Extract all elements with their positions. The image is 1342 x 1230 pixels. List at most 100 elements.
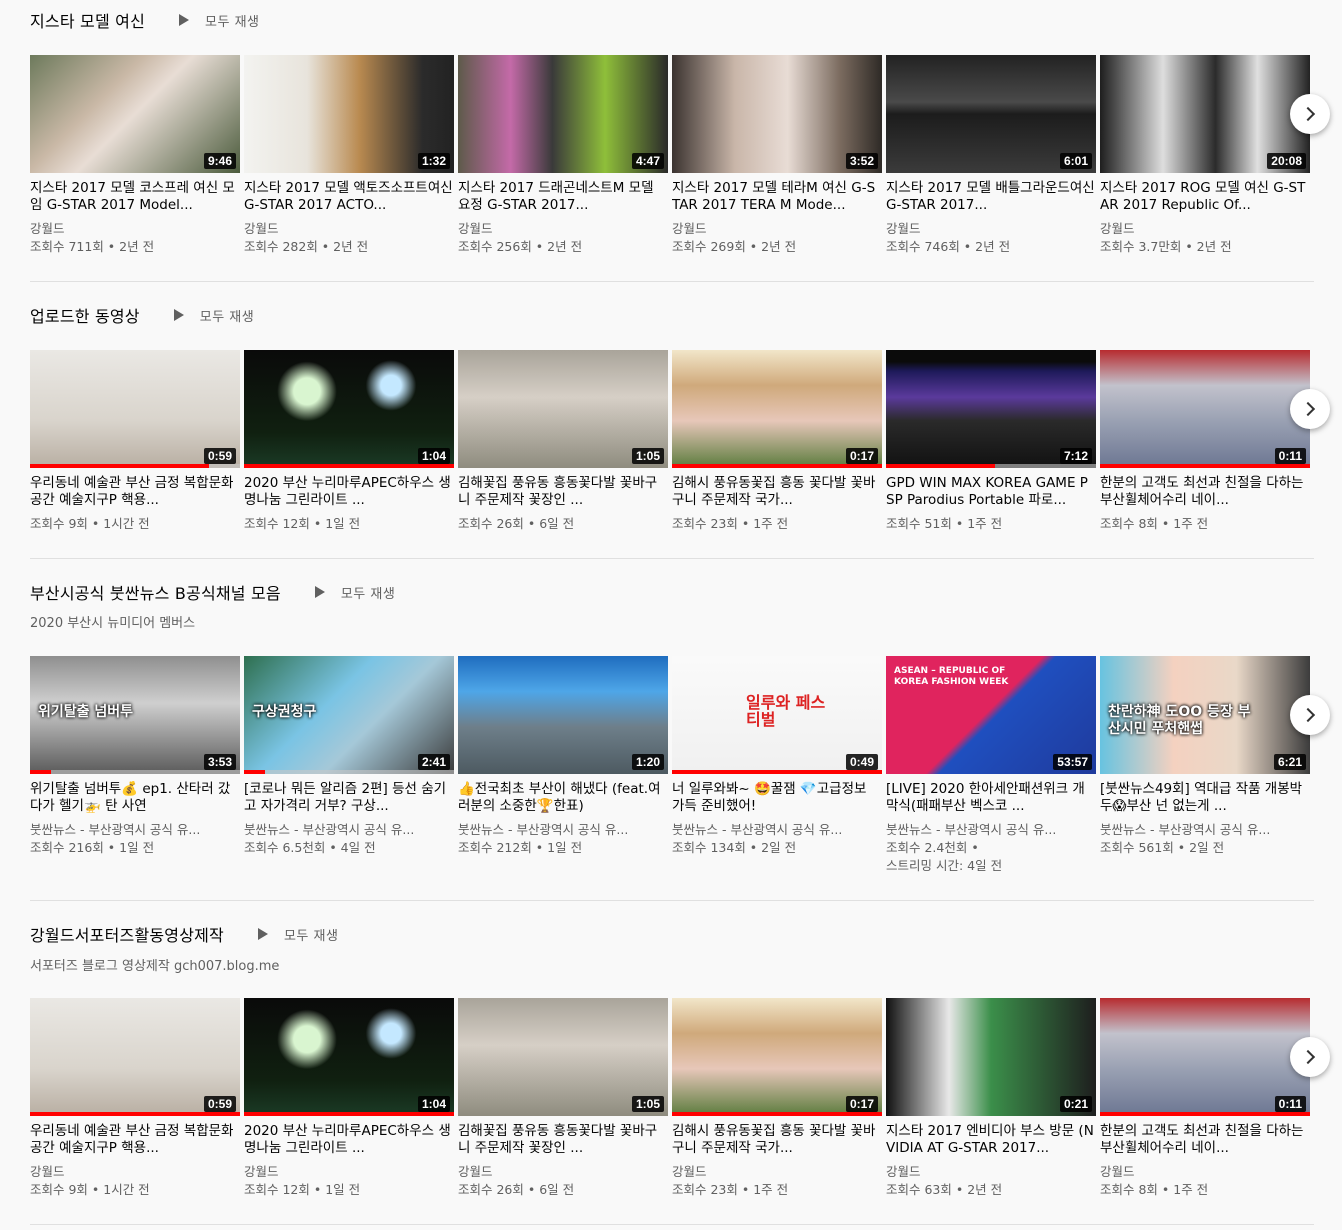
channel-name[interactable]: 붓싼뉴스 - 부산광역시 공식 유...: [1100, 821, 1310, 839]
play-all-button[interactable]: 모두 재생: [179, 11, 259, 30]
play-all-button[interactable]: 모두 재생: [314, 583, 395, 602]
video-thumbnail[interactable]: 1:32: [244, 55, 454, 173]
next-button[interactable]: [1290, 695, 1330, 735]
video-card[interactable]: 20:08 지스타 2017 ROG 모델 여신 G-STAR 2017 Repu…: [1100, 55, 1310, 256]
video-card[interactable]: 6:01 지스타 2017 모델 배틀그라운드여신 G-STAR 2017... 강…: [886, 55, 1096, 256]
shelf-title[interactable]: 지스타 모델 여신: [30, 8, 145, 32]
video-thumbnail[interactable]: 1:20: [458, 656, 668, 774]
video-title[interactable]: GPD WIN MAX KOREA GAME PSP Parodius Port…: [886, 475, 1096, 509]
next-button[interactable]: [1290, 94, 1330, 134]
video-title[interactable]: [붓싼뉴스49회] 역대급 작품 개봉박두😱부산 넌 없는게 ...: [1100, 781, 1310, 815]
video-card[interactable]: 일루와 페스티벌 0:49 너 일루와봐~ 🤩꿀잼 💎고급정보 가득 준비했어! 붓싼…: [672, 656, 882, 875]
video-title[interactable]: 지스타 2017 모델 배틀그라운드여신 G-STAR 2017...: [886, 180, 1096, 214]
video-card[interactable]: 0:17 김해시 풍유동꽃집 흥동 꽃다발 꽃바구니 주문제작 국가... 강월드 조…: [672, 998, 882, 1199]
video-title[interactable]: 지스타 2017 모델 코스프레 여신 모임 G-STAR 2017 Model…: [30, 180, 240, 214]
next-button[interactable]: [1290, 1037, 1330, 1077]
video-title[interactable]: 지스타 2017 모델 액토즈소프트여신 G-STAR 2017 ACTO...: [244, 180, 454, 214]
video-card[interactable]: 찬란하神 도OO 등장 부산시민 푸처핸썹 6:21 [붓싼뉴스49회] 역대급 작…: [1100, 656, 1310, 875]
video-title[interactable]: [LIVE] 2020 한아세안패션위크 개막식(패패부산 벡스코 ...: [886, 781, 1096, 815]
video-title[interactable]: 위기탈출 넘버투💰 ep1. 산타러 갔다가 헬기🚁 탄 사연: [30, 781, 240, 815]
video-card[interactable]: 1:04 2020 부산 누리마루APEC하우스 생명나눔 그린라이트 ... 강월…: [244, 998, 454, 1199]
video-thumbnail[interactable]: 1:05: [458, 998, 668, 1116]
video-thumbnail[interactable]: 1:05: [458, 350, 668, 468]
video-thumbnail[interactable]: 9:46: [30, 55, 240, 173]
video-card[interactable]: 7:12 GPD WIN MAX KOREA GAME PSP Parodius …: [886, 350, 1096, 533]
video-title[interactable]: 김해꽃집 풍유동 흥동꽃다발 꽃바구니 주문제작 꽃장인 ...: [458, 1123, 668, 1157]
channel-name[interactable]: 강월드: [244, 220, 454, 238]
video-thumbnail[interactable]: 1:04: [244, 998, 454, 1116]
video-card[interactable]: 9:46 지스타 2017 모델 코스프레 여신 모임 G-STAR 2017 M…: [30, 55, 240, 256]
channel-name[interactable]: 붓싼뉴스 - 부산광역시 공식 유...: [458, 821, 668, 839]
video-title[interactable]: 한분의 고객도 최선과 친절을 다하는 부산휠체어수리 네이...: [1100, 1123, 1310, 1157]
channel-name[interactable]: 붓싼뉴스 - 부산광역시 공식 유...: [886, 821, 1096, 839]
channel-name[interactable]: 붓싼뉴스 - 부산광역시 공식 유...: [672, 821, 882, 839]
channel-name[interactable]: 붓싼뉴스 - 부산광역시 공식 유...: [244, 821, 454, 839]
video-card[interactable]: 1:05 김해꽃집 풍유동 흥동꽃다발 꽃바구니 주문제작 꽃장인 ... 조회수 …: [458, 350, 668, 533]
video-title[interactable]: 김해시 풍유동꽃집 흥동 꽃다발 꽃바구니 주문제작 국가...: [672, 475, 882, 509]
video-thumbnail[interactable]: 0:17: [672, 350, 882, 468]
video-thumbnail[interactable]: 찬란하神 도OO 등장 부산시민 푸처핸썹 6:21: [1100, 656, 1310, 774]
video-card[interactable]: 1:05 김해꽃집 풍유동 흥동꽃다발 꽃바구니 주문제작 꽃장인 ... 강월드 조…: [458, 998, 668, 1199]
video-title[interactable]: 김해꽃집 풍유동 흥동꽃다발 꽃바구니 주문제작 꽃장인 ...: [458, 475, 668, 509]
video-card[interactable]: 4:47 지스타 2017 드래곤네스트M 모델 요정 G-STAR 2017..…: [458, 55, 668, 256]
video-title[interactable]: 너 일루와봐~ 🤩꿀잼 💎고급정보 가득 준비했어!: [672, 781, 882, 815]
channel-name[interactable]: 강월드: [244, 1163, 454, 1181]
channel-name[interactable]: 강월드: [672, 1163, 882, 1181]
channel-name[interactable]: 강월드: [30, 220, 240, 238]
video-thumbnail[interactable]: 0:17: [672, 998, 882, 1116]
channel-name[interactable]: 강월드: [30, 1163, 240, 1181]
channel-name[interactable]: 강월드: [672, 220, 882, 238]
video-title[interactable]: 김해시 풍유동꽃집 흥동 꽃다발 꽃바구니 주문제작 국가...: [672, 1123, 882, 1157]
channel-name[interactable]: 강월드: [458, 220, 668, 238]
play-all-button[interactable]: 모두 재생: [257, 925, 338, 944]
play-all-button[interactable]: 모두 재생: [173, 306, 254, 325]
video-title[interactable]: 2020 부산 누리마루APEC하우스 생명나눔 그린라이트 ...: [244, 475, 454, 509]
video-card[interactable]: 0:21 지스타 2017 엔비디아 부스 방문 (NVIDIA AT G-STA…: [886, 998, 1096, 1199]
video-thumbnail[interactable]: 0:11: [1100, 998, 1310, 1116]
channel-name[interactable]: 강월드: [1100, 220, 1310, 238]
video-card[interactable]: 1:20 👍전국최초 부산이 해냈다 (feat.여러분의 소중한🏆한표) 붓싼뉴스…: [458, 656, 668, 875]
video-title[interactable]: [코로나 뭐든 알리즘 2편] 등선 숨기고 자가격리 거부? 구상...: [244, 781, 454, 815]
video-thumbnail[interactable]: 6:01: [886, 55, 1096, 173]
video-title[interactable]: 👍전국최초 부산이 해냈다 (feat.여러분의 소중한🏆한표): [458, 781, 668, 815]
video-title[interactable]: 2020 부산 누리마루APEC하우스 생명나눔 그린라이트 ...: [244, 1123, 454, 1157]
video-card[interactable]: 0:11 한분의 고객도 최선과 친절을 다하는 부산휠체어수리 네이... 조회수…: [1100, 350, 1310, 533]
video-thumbnail[interactable]: 4:47: [458, 55, 668, 173]
video-thumbnail[interactable]: 0:21: [886, 998, 1096, 1116]
video-card[interactable]: 3:52 지스타 2017 모델 테라M 여신 G-STAR 2017 TERA …: [672, 55, 882, 256]
video-title[interactable]: 지스타 2017 모델 테라M 여신 G-STAR 2017 TERA M Mo…: [672, 180, 882, 214]
video-card[interactable]: 0:59 우리동네 예술관 부산 금정 복합문화공간 예술지구P 핵용... 조회수…: [30, 350, 240, 533]
video-thumbnail[interactable]: 20:08: [1100, 55, 1310, 173]
channel-name[interactable]: 강월드: [886, 1163, 1096, 1181]
video-title[interactable]: 한분의 고객도 최선과 친절을 다하는 부산휠체어수리 네이...: [1100, 475, 1310, 509]
video-thumbnail[interactable]: 3:52: [672, 55, 882, 173]
video-card[interactable]: 구상권청구 2:41 [코로나 뭐든 알리즘 2편] 등선 숨기고 자가격리 거부?…: [244, 656, 454, 875]
video-card[interactable]: 0:59 우리동네 예술관 부산 금정 복합문화공간 예술지구P 핵용... 강월드…: [30, 998, 240, 1199]
video-title[interactable]: 지스타 2017 엔비디아 부스 방문 (NVIDIA AT G-STAR 20…: [886, 1123, 1096, 1157]
video-thumbnail[interactable]: 일루와 페스티벌 0:49: [672, 656, 882, 774]
video-card[interactable]: 1:32 지스타 2017 모델 액토즈소프트여신 G-STAR 2017 ACT…: [244, 55, 454, 256]
shelf-title[interactable]: 업로드한 동영상: [30, 303, 140, 327]
video-thumbnail[interactable]: 구상권청구 2:41: [244, 656, 454, 774]
video-thumbnail[interactable]: 1:04: [244, 350, 454, 468]
channel-name[interactable]: 강월드: [886, 220, 1096, 238]
video-thumbnail[interactable]: 7:12: [886, 350, 1096, 468]
video-title[interactable]: 우리동네 예술관 부산 금정 복합문화공간 예술지구P 핵용...: [30, 1123, 240, 1157]
video-card[interactable]: 0:11 한분의 고객도 최선과 친절을 다하는 부산휠체어수리 네이... 강월드…: [1100, 998, 1310, 1199]
video-title[interactable]: 지스타 2017 ROG 모델 여신 G-STAR 2017 Republic …: [1100, 180, 1310, 214]
video-card[interactable]: ASEAN – REPUBLIC OF KOREA FASHION WEEK 53…: [886, 656, 1096, 875]
channel-name[interactable]: 붓싼뉴스 - 부산광역시 공식 유...: [30, 821, 240, 839]
video-card[interactable]: 1:04 2020 부산 누리마루APEC하우스 생명나눔 그린라이트 ... 조회…: [244, 350, 454, 533]
video-card[interactable]: 위기탈출 넘버투 3:53 위기탈출 넘버투💰 ep1. 산타러 갔다가 헬기🚁 탄…: [30, 656, 240, 875]
video-thumbnail[interactable]: 0:59: [30, 350, 240, 468]
channel-name[interactable]: 강월드: [1100, 1163, 1310, 1181]
video-title[interactable]: 우리동네 예술관 부산 금정 복합문화공간 예술지구P 핵용...: [30, 475, 240, 509]
channel-name[interactable]: 강월드: [458, 1163, 668, 1181]
shelf-title[interactable]: 강월드서포터즈활동영상제작: [30, 922, 224, 946]
video-thumbnail[interactable]: 0:59: [30, 998, 240, 1116]
shelf-title[interactable]: 부산시공식 붓싼뉴스 B공식채널 모음: [30, 580, 281, 604]
next-button[interactable]: [1290, 389, 1330, 429]
video-thumbnail[interactable]: 위기탈출 넘버투 3:53: [30, 656, 240, 774]
video-thumbnail[interactable]: ASEAN – REPUBLIC OF KOREA FASHION WEEK 53…: [886, 656, 1096, 774]
video-title[interactable]: 지스타 2017 드래곤네스트M 모델 요정 G-STAR 2017...: [458, 180, 668, 214]
